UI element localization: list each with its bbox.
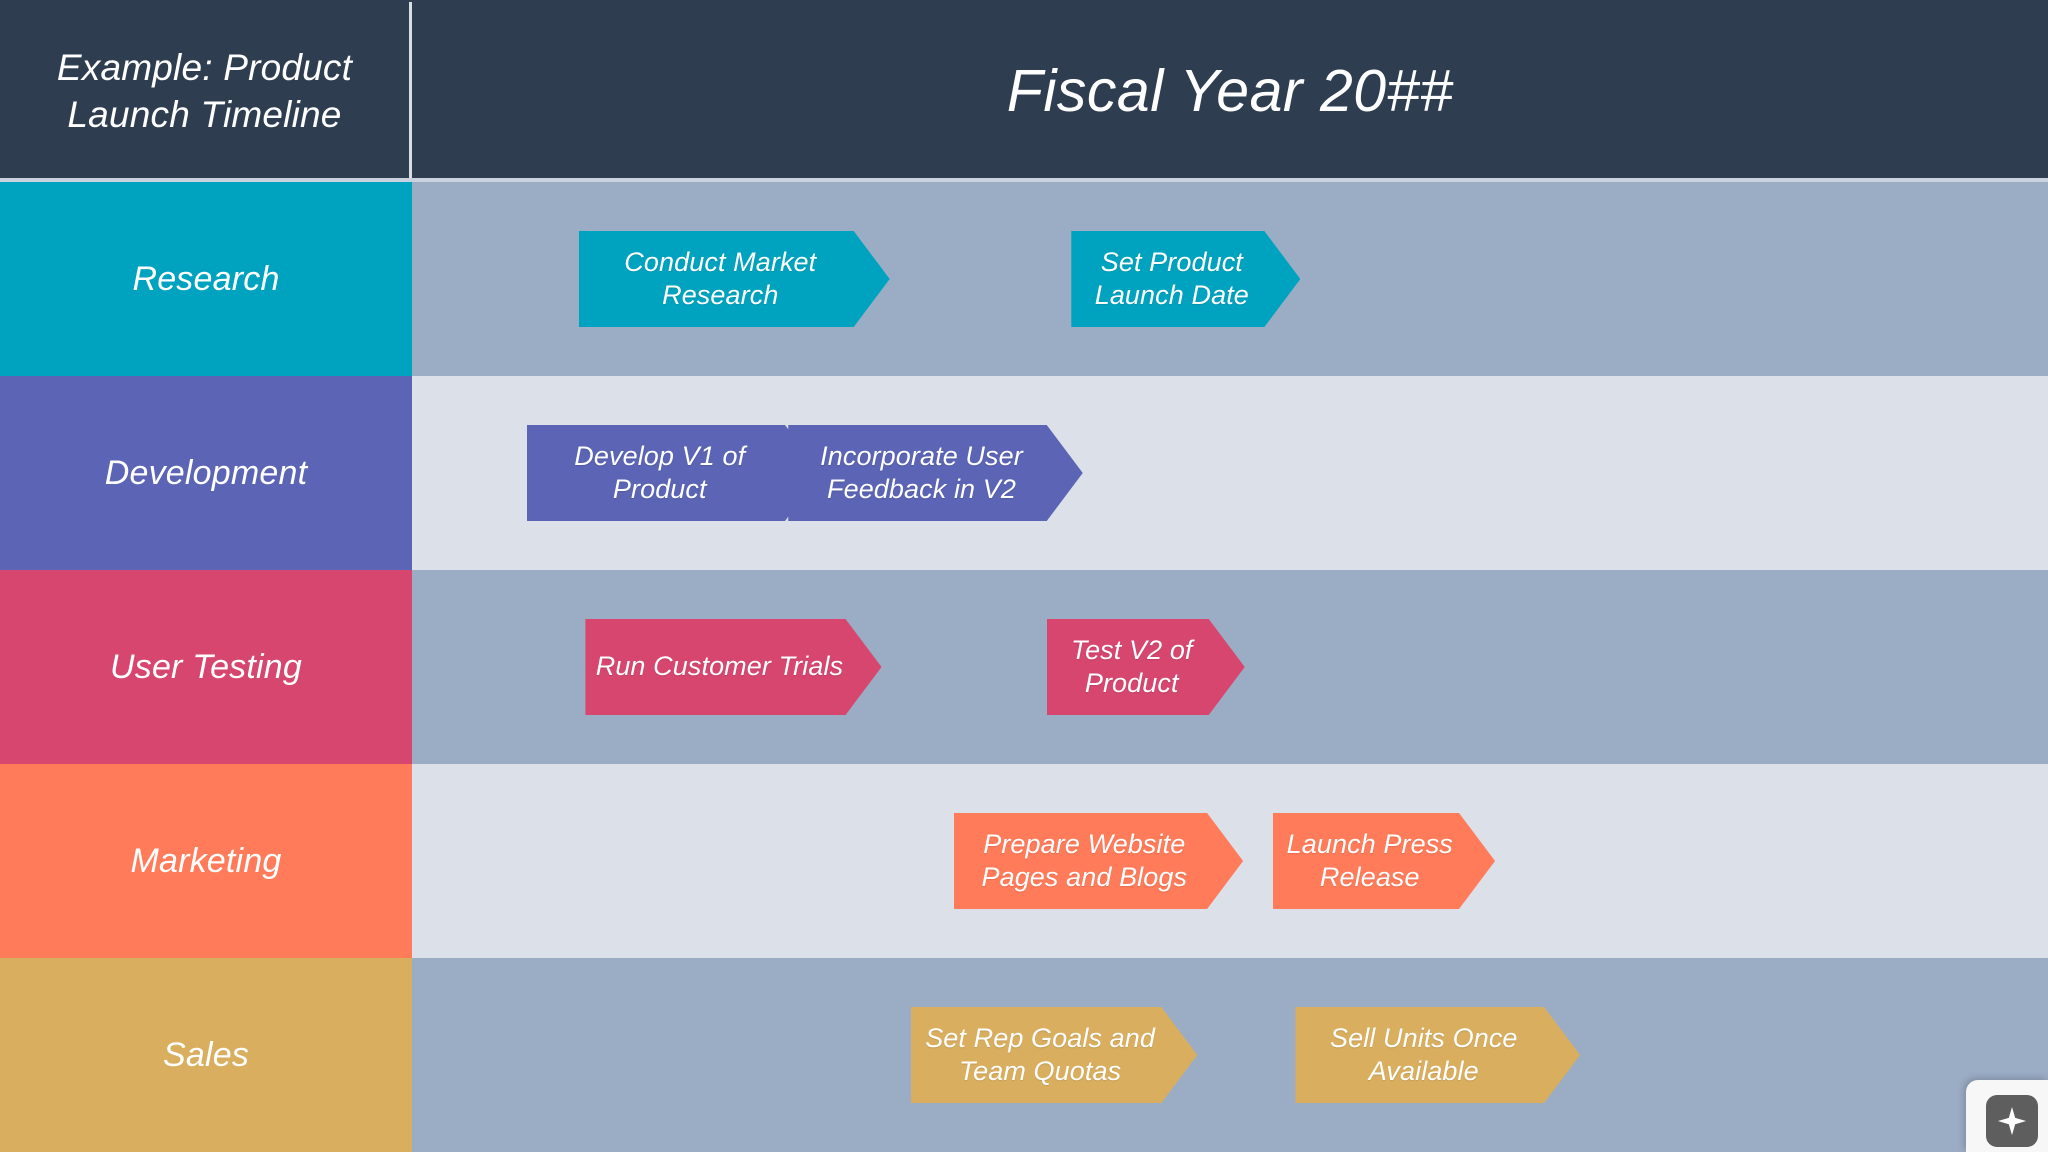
timeline-title-cell: Example: Product Launch Timeline — [0, 0, 409, 182]
swimlane-row: Development Develop V1 of Product Incorpor… — [0, 376, 2048, 570]
task-bar-label: Run Customer Trials — [595, 651, 844, 682]
sparkle-icon — [1997, 1106, 2027, 1136]
swimlane-row: Research Conduct Market Research Set Produ… — [0, 182, 2048, 376]
swimlane-label-research[interactable]: Research — [0, 182, 412, 376]
task-bar-label: Sell Units Once Available — [1329, 1022, 1518, 1086]
task-bar-label: Develop V1 of Product — [574, 440, 746, 504]
swimlane-container: Research Conduct Market Research Set Produ… — [0, 182, 2048, 1152]
swimlane-label-user-testing[interactable]: User Testing — [0, 570, 412, 764]
swimlane-label-text: Marketing — [130, 841, 282, 880]
swimlane-label-text: User Testing — [109, 647, 302, 686]
sparkle-icon-tile — [1986, 1095, 2038, 1147]
task-bar[interactable]: Set Product Launch Date — [1071, 231, 1300, 327]
task-bar[interactable]: Run Customer Trials — [585, 619, 881, 715]
swimlane-row: Sales Set Rep Goals and Team Quotas Sell U… — [0, 958, 2048, 1152]
task-bar[interactable]: Launch Press Release — [1273, 813, 1495, 909]
task-bar-label: Prepare Website Pages and Blogs — [981, 828, 1188, 892]
swimlane-track: Set Rep Goals and Team Quotas Sell Units … — [412, 958, 2048, 1152]
task-bar-label: Test V2 of Product — [1070, 634, 1193, 698]
page-title: Example: Product Launch Timeline — [56, 46, 353, 135]
task-bar[interactable]: Develop V1 of Product — [527, 425, 821, 521]
swimlane-track: Run Customer Trials Test V2 of Product — [412, 570, 2048, 764]
swimlane-label-development[interactable]: Development — [0, 376, 412, 570]
task-bar[interactable]: Prepare Website Pages and Blogs — [954, 813, 1244, 909]
period-title: Fiscal Year 20## — [1006, 58, 1454, 124]
swimlane-label-text: Development — [104, 453, 308, 492]
task-bar[interactable]: Test V2 of Product — [1047, 619, 1245, 715]
task-bar[interactable]: Incorporate User Feedback in V2 — [788, 425, 1082, 521]
task-bar[interactable]: Set Rep Goals and Team Quotas — [911, 1007, 1197, 1103]
swimlane-label-marketing[interactable]: Marketing — [0, 764, 412, 958]
swimlane-track: Develop V1 of Product Incorporate User Fe… — [412, 376, 2048, 570]
swimlane-row: Marketing Prepare Website Pages and Blogs… — [0, 764, 2048, 958]
swimlane-row: User Testing Run Customer Trials Test V2 o… — [0, 570, 2048, 764]
swimlane-label-sales[interactable]: Sales — [0, 958, 412, 1152]
task-bar[interactable]: Sell Units Once Available — [1295, 1007, 1580, 1103]
swimlane-label-text: Sales — [162, 1035, 250, 1074]
timeline-header: Example: Product Launch Timeline Fiscal … — [0, 0, 2048, 182]
sparkle-badge-button[interactable] — [1966, 1080, 2048, 1152]
task-bar[interactable]: Conduct Market Research — [579, 231, 890, 327]
swimlane-track: Conduct Market Research Set Product Launc… — [412, 182, 2048, 376]
task-bar-label: Launch Press Release — [1286, 828, 1453, 892]
task-bar-label: Incorporate User Feedback in V2 — [820, 440, 1023, 504]
task-bar-label: Conduct Market Research — [624, 246, 817, 310]
task-bar-label: Set Rep Goals and Team Quotas — [925, 1022, 1156, 1086]
timeline-board: Example: Product Launch Timeline Fiscal … — [0, 0, 2048, 1152]
swimlane-track: Prepare Website Pages and Blogs Launch Pr… — [412, 764, 2048, 958]
timeline-period-cell: Fiscal Year 20## — [412, 0, 2048, 182]
task-bar-label: Set Product Launch Date — [1094, 246, 1249, 310]
swimlane-label-text: Research — [132, 259, 280, 298]
